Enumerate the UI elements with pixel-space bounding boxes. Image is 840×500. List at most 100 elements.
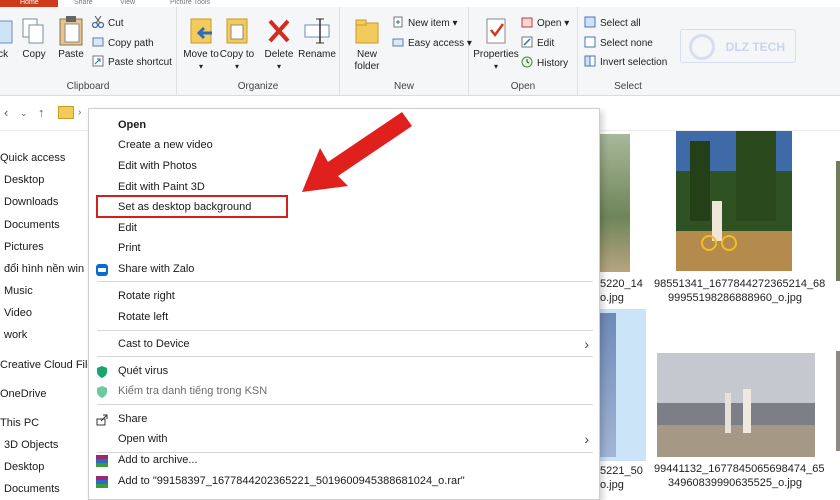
submenu-chevron-icon: › <box>584 336 589 352</box>
pin-quick-access-label: ick <box>0 49 9 60</box>
cut-label: Cut <box>108 18 124 29</box>
tab-share[interactable]: Share <box>74 0 93 7</box>
menu-item-cast-to-device[interactable]: Cast to Device › <box>89 334 599 354</box>
invert-selection-icon <box>584 55 596 67</box>
recent-locations-icon[interactable]: ⌄ <box>20 108 28 119</box>
menu-item-edit[interactable]: Edit <box>89 218 599 238</box>
move-to-button[interactable]: Move to ▾ <box>183 15 219 73</box>
menu-item-add-to-rar[interactable]: Add to "99158397_1677844202365221_501960… <box>89 471 599 491</box>
menu-item-rotate-left[interactable]: Rotate left <box>89 307 599 327</box>
copy-path-button[interactable]: Copy path <box>92 36 154 52</box>
pin-icon <box>0 15 18 47</box>
copy-to-button[interactable]: Copy to ▾ <box>219 15 255 73</box>
photo-thumbnail-4[interactable] <box>657 353 815 457</box>
edit-file-button[interactable]: Edit <box>521 36 554 52</box>
nav-doi-hinh-nen-win[interactable]: đổi hình nền win <box>4 263 84 275</box>
nav-desktop[interactable]: Desktop <box>4 174 44 186</box>
nav-work[interactable]: work <box>4 329 27 341</box>
menu-item-print[interactable]: Print <box>89 238 599 258</box>
submenu-chevron-icon: › <box>584 431 589 447</box>
path-chevron-icon[interactable]: › <box>78 107 81 118</box>
paste-shortcut-button[interactable]: Paste shortcut <box>92 55 172 71</box>
ribbon-tab-strip: Home Share View Picture Tools <box>0 0 840 7</box>
menu-item-add-to-archive[interactable]: Add to archive... <box>89 450 599 470</box>
back-icon[interactable]: ‹ <box>4 105 8 120</box>
paste-button[interactable]: Paste <box>54 15 88 61</box>
new-item-label: New item <box>408 18 450 29</box>
new-group: New folder New item ▾ Easy access ▾ New <box>340 7 472 95</box>
rename-button[interactable]: Rename <box>297 15 337 61</box>
history-button[interactable]: History <box>521 56 568 72</box>
selected-item-highlight[interactable] <box>600 309 646 461</box>
properties-icon <box>481 15 511 47</box>
nav-3d-objects[interactable]: 3D Objects <box>4 439 58 451</box>
menu-item-share-zalo[interactable]: Share with Zalo <box>89 259 599 279</box>
easy-access-button[interactable]: Easy access ▾ <box>392 36 472 52</box>
menu-separator <box>97 281 593 282</box>
menu-item-open-with[interactable]: Open with › <box>89 429 599 449</box>
nav-downloads[interactable]: Downloads <box>4 196 58 208</box>
select-none-icon <box>584 36 596 48</box>
rename-icon <box>302 15 332 47</box>
paste-label: Paste <box>58 49 84 60</box>
select-none-button[interactable]: Select none <box>584 36 653 52</box>
open-group: Properties ▾ Open ▾ Edit History Open <box>469 7 578 95</box>
menu-separator <box>97 330 593 331</box>
navigation-pane: Quick access Desktop Downloads Documents… <box>0 131 94 500</box>
nav-onedrive[interactable]: OneDrive <box>0 388 46 400</box>
tab-picture-tools[interactable]: Picture Tools <box>170 0 210 7</box>
select-group: Select all Select none Invert selection … <box>578 7 678 95</box>
select-all-button[interactable]: Select all <box>584 16 641 32</box>
organize-group: Move to ▾ Copy to ▾ Delete ▾ Rename Orga… <box>177 7 340 95</box>
copy-button[interactable]: Copy <box>18 15 50 61</box>
menu-separator <box>97 356 593 357</box>
nav-quick-access[interactable]: Quick access <box>0 152 65 164</box>
file-caption-2[interactable]: 98551341_1677844272365214_68 99955198286… <box>654 277 825 305</box>
new-item-dropdown-icon: ▾ <box>452 18 458 29</box>
ribbon: ick Copy Paste Cut Copy path Paste short… <box>0 7 840 96</box>
nav-video[interactable]: Video <box>4 307 32 319</box>
history-icon <box>521 56 533 68</box>
cut-button[interactable]: Cut <box>91 15 124 32</box>
pin-quick-access-button[interactable]: ick <box>0 15 16 61</box>
properties-button[interactable]: Properties ▾ <box>471 15 521 73</box>
winrar-icon <box>96 475 108 488</box>
copy-label: Copy <box>22 49 46 60</box>
photo-thumbnail-partial[interactable] <box>836 161 840 281</box>
open-file-button[interactable]: Open ▾ <box>521 16 569 32</box>
file-caption-3[interactable]: 5221_50 o.jpg <box>600 464 643 492</box>
edit-file-label: Edit <box>537 38 555 49</box>
menu-item-share[interactable]: Share <box>89 409 599 429</box>
nav-music[interactable]: Music <box>4 285 33 297</box>
new-folder-icon <box>352 15 382 47</box>
nav-this-pc[interactable]: This PC <box>0 417 39 429</box>
photo-thumbnail-1[interactable] <box>600 134 630 272</box>
tab-view[interactable]: View <box>120 0 135 7</box>
invert-selection-label: Invert selection <box>600 57 668 68</box>
up-arrow-icon[interactable]: ↑ <box>38 105 45 120</box>
open-file-icon <box>521 16 533 28</box>
nav-creative-cloud-files[interactable]: Creative Cloud File <box>0 359 94 371</box>
nav-documents[interactable]: Documents <box>4 219 60 231</box>
paste-icon <box>56 15 86 47</box>
file-caption-4[interactable]: 99441132_1677845065698474_65 34960839990… <box>654 462 824 490</box>
menu-item-scan-virus[interactable]: Quét virus <box>89 361 599 381</box>
nav-this-pc-documents[interactable]: Documents <box>4 483 60 495</box>
new-folder-button[interactable]: New folder <box>346 15 388 73</box>
invert-selection-button[interactable]: Invert selection <box>584 55 667 71</box>
photo-thumbnail-partial[interactable] <box>836 351 840 451</box>
photo-thumbnail-2[interactable] <box>676 131 792 271</box>
rename-label: Rename <box>298 49 336 60</box>
tab-home[interactable]: Home <box>0 0 58 7</box>
winrar-icon <box>96 454 108 467</box>
delete-button[interactable]: Delete ▾ <box>261 15 297 73</box>
menu-item-check-ksn[interactable]: Kiểm tra danh tiếng trong KSN <box>89 381 599 401</box>
new-item-button[interactable]: New item ▾ <box>392 16 458 32</box>
file-caption-1[interactable]: 5220_14 o.jpg <box>600 277 643 305</box>
dlz-logo-icon <box>689 34 715 60</box>
nav-this-pc-desktop[interactable]: Desktop <box>4 461 44 473</box>
select-all-icon <box>584 16 596 28</box>
nav-pictures[interactable]: Pictures <box>4 241 44 253</box>
menu-item-rotate-right[interactable]: Rotate right <box>89 286 599 306</box>
move-to-icon <box>186 15 216 47</box>
